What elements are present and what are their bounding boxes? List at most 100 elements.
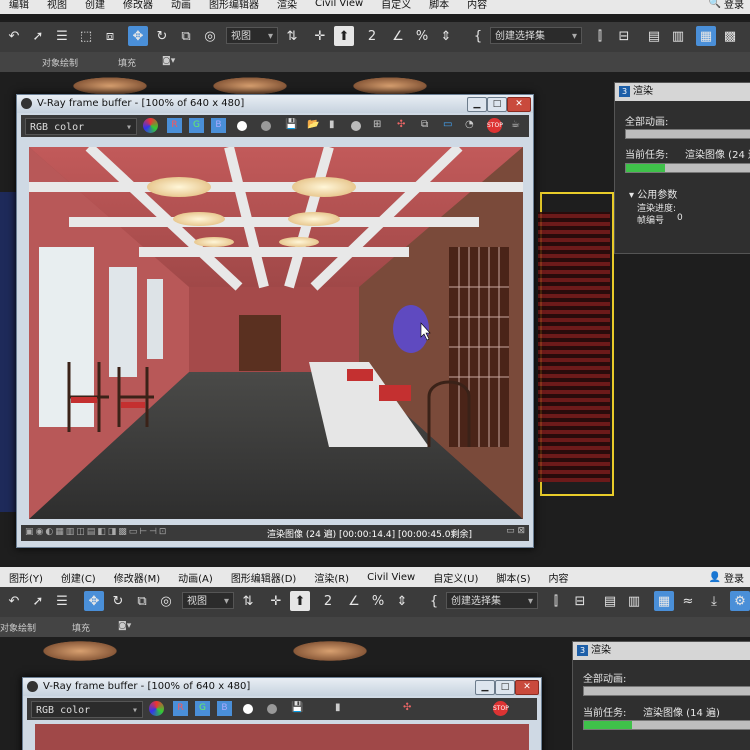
lut-icon[interactable]: ▭ (443, 119, 452, 130)
menu-item-animation[interactable]: 动画 (162, 0, 200, 11)
select-object-icon[interactable]: ➚ (28, 591, 48, 611)
stop-render-icon[interactable]: STOP (487, 118, 503, 133)
lens-effects-icon[interactable]: ◔ (465, 119, 474, 130)
region-render-icon[interactable]: ✣ (397, 119, 405, 130)
align-icon[interactable]: ⊟ (570, 591, 590, 611)
menu-item-create[interactable]: 创建 (76, 0, 114, 11)
menu-item-edit[interactable]: 编辑 (0, 0, 38, 11)
select-object-icon[interactable]: ➚ (28, 26, 48, 46)
menu-item-scripting-b[interactable]: 脚本(S) (487, 570, 539, 585)
select-by-name-icon[interactable]: ☰ (52, 26, 72, 46)
red-channel-button-bottom[interactable]: R (173, 701, 188, 716)
login-button[interactable]: 🔍 登录 (709, 0, 744, 11)
ribbon-fill[interactable]: 填充 (118, 56, 136, 69)
rendered-image-bottom[interactable] (35, 724, 529, 750)
mirror-icon[interactable]: ⫿ (590, 26, 610, 46)
snaps-toggle-icon[interactable]: 2 (362, 26, 382, 46)
menu-item-create-b[interactable]: 创建(C) (52, 570, 105, 585)
schematic-view-icon[interactable]: ⤓ (704, 591, 724, 611)
monochrome-icon[interactable] (261, 121, 271, 131)
menu-item-modifiers-b[interactable]: 修改器(M) (105, 570, 169, 585)
red-channel-button[interactable]: R (167, 118, 182, 133)
percent-snap-icon[interactable]: % (368, 591, 388, 611)
toggle-ribbon-icon[interactable]: ▥ (624, 591, 644, 611)
window-crossing-icon[interactable]: ⧈ (100, 26, 120, 46)
angle-snap-icon[interactable]: ∠ (388, 26, 408, 46)
clear-image-icon[interactable]: ▮ (335, 702, 341, 713)
common-params-rollout[interactable]: ▾ 公用参数 (629, 186, 677, 201)
menu-item-modifiers[interactable]: 修改器 (114, 0, 162, 11)
menu-item-scripting[interactable]: 脚本 (420, 0, 458, 11)
select-manipulate-icon[interactable]: ⬆ (290, 591, 310, 611)
menu-item-animation-b[interactable]: 动画(A) (169, 570, 222, 585)
stop-render-icon[interactable]: STOP (493, 701, 509, 716)
menu-item-view[interactable]: 视图 (38, 0, 76, 11)
login-button-bottom[interactable]: 👤 登录 (709, 570, 744, 585)
align-icon[interactable]: ⊟ (614, 26, 634, 46)
render-teapot-icon[interactable]: ☕ (511, 119, 520, 130)
layer-explorer-icon[interactable]: ▤ (644, 26, 664, 46)
vfb-title-bar-bottom[interactable]: V-Ray frame buffer - [100% of 640 x 480]… (23, 678, 541, 696)
channel-dropdown[interactable]: RGB color (25, 118, 137, 136)
minimize-button-bottom[interactable]: ▁ (475, 680, 495, 695)
ribbon-object-paint[interactable]: 对象绘制 (42, 56, 78, 69)
close-button-bottom[interactable]: ✕ (515, 680, 539, 695)
rect-selection-icon[interactable]: ⬚ (76, 26, 96, 46)
curve-editor-icon[interactable]: ▩ (720, 26, 740, 46)
move-icon[interactable]: ✥ (84, 591, 104, 611)
named-selection-sets-dropdown[interactable]: 创建选择集 (490, 27, 582, 45)
render-panel-header-bottom[interactable]: 3 渲染 (573, 642, 750, 660)
menu-item-content-b[interactable]: 内容 (540, 570, 578, 585)
scene-explorer-icon[interactable]: ▦ (696, 26, 716, 46)
render-setup-icon[interactable]: ⚙ (730, 591, 750, 611)
save-image-icon[interactable]: 💾 (285, 119, 297, 130)
green-channel-button-bottom[interactable]: G (195, 701, 210, 716)
render-panel-header[interactable]: 3 渲染 (615, 83, 750, 101)
menu-item-customize[interactable]: 自定义 (372, 0, 420, 11)
link-to-viewport-icon[interactable]: ⧉ (421, 119, 428, 130)
reference-coord-dropdown-bottom[interactable]: 视图 (182, 592, 234, 610)
menu-item-customize-b[interactable]: 自定义(U) (424, 570, 487, 585)
undo-icon[interactable]: ↶ (4, 26, 24, 46)
ribbon-toggle-icon[interactable]: ◙▾ (162, 56, 175, 66)
rgb-channels-icon[interactable] (143, 118, 158, 133)
menu-item-graph-editors-b[interactable]: 图形编辑器(D) (222, 570, 306, 585)
snap-toggle-icon[interactable]: ✛ (266, 591, 286, 611)
undo-icon[interactable]: ↶ (4, 591, 24, 611)
menu-item-graphics[interactable]: 图形(Y) (0, 570, 52, 585)
ribbon-toggle-icon[interactable]: ◙▾ (118, 621, 131, 631)
edit-named-sets-icon[interactable]: { (468, 26, 488, 46)
snaps-toggle-icon[interactable]: 2 (318, 591, 338, 611)
spinner-snap-icon[interactable]: ⇕ (392, 591, 412, 611)
pivot-icon[interactable]: ⇅ (282, 26, 302, 46)
menu-item-civil-view-b[interactable]: Civil View (358, 572, 424, 583)
angle-snap-icon[interactable]: ∠ (344, 591, 364, 611)
save-image-icon[interactable]: 💾 (291, 702, 303, 713)
scale-icon[interactable]: ⧉ (176, 26, 196, 46)
duplicate-icon[interactable] (351, 121, 361, 131)
load-image-icon[interactable]: 📂 (307, 119, 319, 130)
clear-image-icon[interactable]: ▮ (329, 119, 335, 130)
select-by-name-icon[interactable]: ☰ (52, 591, 72, 611)
rotate-icon[interactable]: ↻ (108, 591, 128, 611)
track-mouse-icon[interactable]: ⊞ (373, 119, 381, 130)
rgb-channels-icon[interactable] (149, 701, 164, 716)
mirror-icon[interactable]: ⫿ (546, 591, 566, 611)
placement-icon[interactable]: ◎ (200, 26, 220, 46)
close-button[interactable]: ✕ (507, 97, 531, 112)
curve-editor-icon[interactable]: ≈ (678, 591, 698, 611)
placement-icon[interactable]: ◎ (156, 591, 176, 611)
layer-explorer-icon[interactable]: ▤ (600, 591, 620, 611)
alpha-white-icon[interactable] (243, 704, 253, 714)
maximize-button-bottom[interactable]: □ (495, 680, 515, 695)
green-channel-button[interactable]: G (189, 118, 204, 133)
channel-dropdown-bottom[interactable]: RGB color (31, 701, 143, 719)
menu-item-rendering[interactable]: 渲染 (268, 0, 306, 11)
snap-toggle-icon[interactable]: ✛ (310, 26, 330, 46)
blue-channel-button-bottom[interactable]: B (217, 701, 232, 716)
menu-item-civil-view[interactable]: Civil View (306, 0, 372, 9)
pivot-icon[interactable]: ⇅ (238, 591, 258, 611)
rotate-icon[interactable]: ↻ (152, 26, 172, 46)
blue-channel-button[interactable]: B (211, 118, 226, 133)
menu-item-graph-editors[interactable]: 图形编辑器 (200, 0, 268, 11)
